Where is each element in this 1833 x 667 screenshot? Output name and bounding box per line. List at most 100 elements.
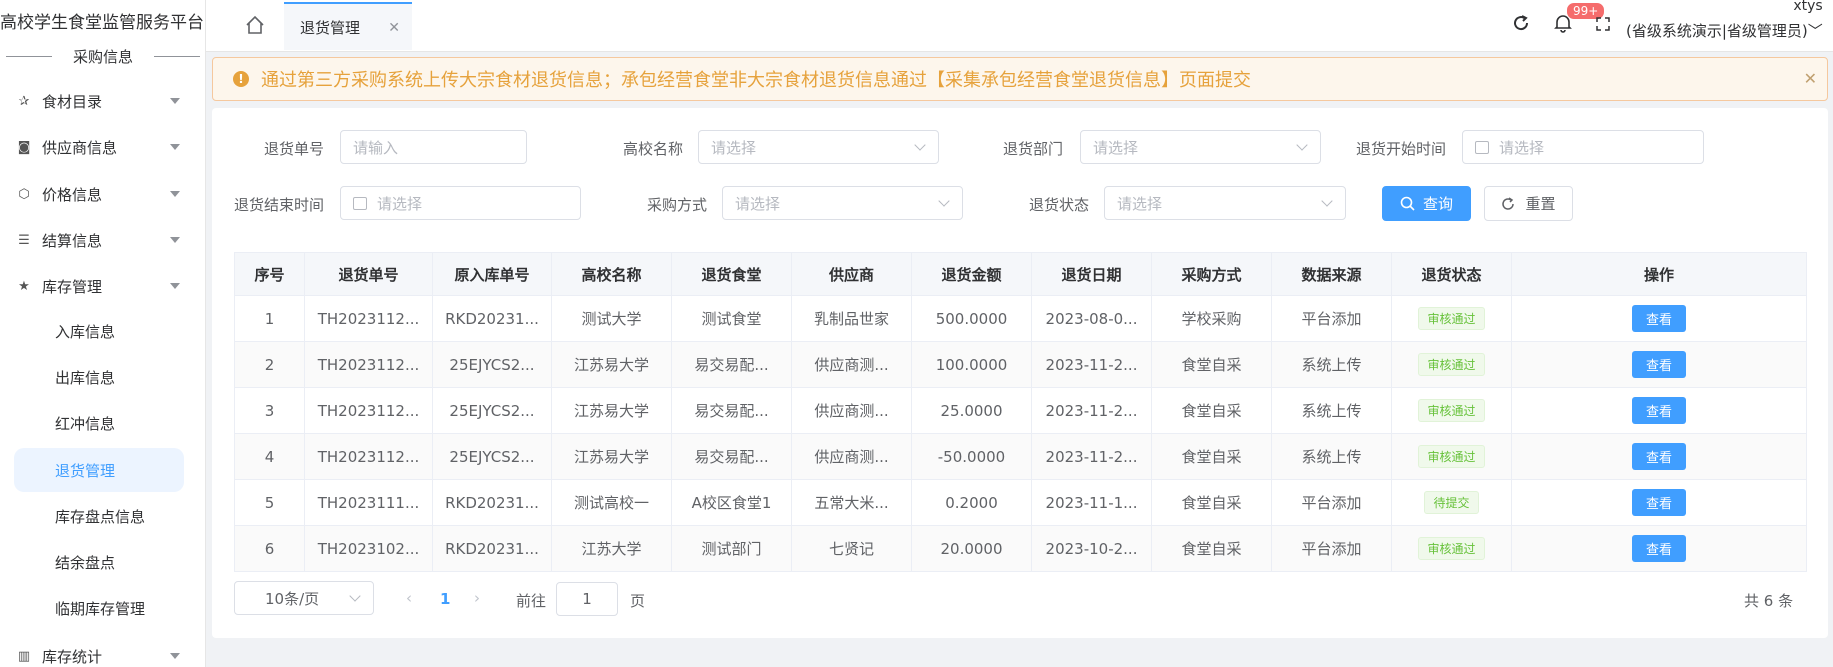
return-canteen-cell: 测试食堂: [671, 295, 792, 342]
chevron-down-icon: [170, 191, 180, 197]
view-button[interactable]: 查看: [1631, 397, 1686, 424]
chevron-down-icon: [1321, 195, 1333, 207]
info-alert: ! 通过第三方采购系统上传大宗食材退货信息；承包经营食堂非大宗食材退货信息通过【…: [212, 57, 1828, 101]
col-header: 退货金额: [911, 252, 1032, 296]
action-cell: 查看: [1511, 387, 1807, 434]
status-badge: 审核通过: [1418, 445, 1485, 468]
row-index-cell: 2: [234, 341, 305, 388]
menu-label: 结算信息: [42, 231, 103, 250]
top-tab-bar: 退货管理 ✕ 99+ xtys (省级系统演示|省级管理员)﹀: [206, 0, 1833, 52]
page-number-current[interactable]: 1: [440, 590, 450, 608]
return-canteen-cell: 易交易配...: [671, 341, 792, 388]
status-badge: 审核通过: [1418, 353, 1485, 376]
status-select[interactable]: 请选择: [1104, 186, 1346, 220]
calendar-icon: [353, 196, 367, 210]
sub-item-red-flush[interactable]: 红冲信息: [14, 401, 184, 445]
return-canteen-cell: 测试部门: [671, 525, 792, 572]
menu-item-price-info[interactable]: ⬡ 价格信息: [0, 176, 206, 212]
user-role[interactable]: (省级系统演示|省级管理员)﹀: [1626, 20, 1823, 41]
home-icon[interactable]: [244, 14, 266, 36]
query-button[interactable]: 查询: [1382, 186, 1471, 221]
row-index-cell: 3: [234, 387, 305, 434]
fullscreen-icon[interactable]: [1595, 16, 1611, 32]
table-row: 5 TH2023111... RKD20231... 测试高校一 A校区食堂1 五常大米.…: [234, 479, 1807, 526]
return-canteen-cell: A校区食堂1: [671, 479, 792, 526]
menu-item-supplier-info[interactable]: ◙ 供应商信息: [0, 129, 206, 165]
sub-item-stocktake[interactable]: 库存盘点信息: [14, 494, 184, 538]
menu-item-inventory-mgmt[interactable]: ★ 库存管理: [0, 268, 206, 304]
page-size-select[interactable]: 10条/页: [234, 581, 374, 615]
menu-label: 价格信息: [42, 185, 103, 204]
col-header: 数据来源: [1271, 252, 1392, 296]
sub-item-outbound[interactable]: 出库信息: [14, 355, 184, 399]
next-page-icon[interactable]: ›: [474, 589, 480, 607]
menu-label: 食材目录: [42, 92, 103, 111]
prev-page-icon[interactable]: ‹: [406, 589, 412, 607]
camera-icon: ◙: [17, 139, 31, 155]
status-badge: 审核通过: [1418, 307, 1485, 330]
tab-return-mgmt[interactable]: 退货管理 ✕: [284, 2, 412, 50]
end-time-label: 退货结束时间: [234, 196, 325, 214]
orig-inbound-no-cell: 25EJYCS2...: [432, 341, 552, 388]
col-header: 采购方式: [1151, 252, 1272, 296]
start-time-picker[interactable]: 请选择: [1462, 130, 1704, 164]
chevron-down-icon: [170, 653, 180, 659]
sub-item-inbound[interactable]: 入库信息: [14, 309, 184, 353]
col-header: 供应商: [791, 252, 912, 296]
goto-label: 前往: [516, 592, 547, 610]
col-header: 序号: [234, 252, 305, 296]
menu-label: 库存统计: [42, 647, 103, 666]
view-button[interactable]: 查看: [1631, 305, 1686, 332]
refresh-icon[interactable]: [1512, 14, 1530, 32]
dept-placeholder: 请选择: [1093, 138, 1139, 157]
menu-item-ingredient-catalog[interactable]: ✰ 食材目录: [0, 83, 206, 119]
user-name[interactable]: xtys: [1728, 0, 1833, 14]
view-button[interactable]: 查看: [1631, 351, 1686, 378]
return-canteen-cell: 易交易配...: [671, 387, 792, 434]
sub-item-expiring-stock[interactable]: 临期库存管理: [14, 586, 184, 630]
section-title: 采购信息: [0, 46, 206, 67]
data-source-cell: 系统上传: [1271, 387, 1392, 434]
menu-item-inventory-stats[interactable]: ▥ 库存统计: [0, 638, 206, 667]
menu-label: 供应商信息: [42, 138, 118, 157]
status-badge: 审核通过: [1418, 537, 1485, 560]
action-cell: 查看: [1511, 433, 1807, 480]
menu-item-settlement-info[interactable]: ☰ 结算信息: [0, 222, 206, 258]
status-cell: 待提交: [1391, 479, 1512, 526]
reset-button[interactable]: 重置: [1484, 186, 1573, 221]
return-no-input[interactable]: 请输入: [340, 130, 527, 164]
school-name-cell: 江苏易大学: [551, 387, 672, 434]
view-button[interactable]: 查看: [1631, 535, 1686, 562]
alert-text: 通过第三方采购系统上传大宗食材退货信息；承包经营食堂非大宗食材退货信息通过【采集…: [261, 70, 1251, 91]
view-button[interactable]: 查看: [1631, 443, 1686, 470]
return-no-cell: TH2023112...: [304, 295, 433, 342]
table-row: 4 TH2023112... 25EJYCS2... 江苏易大学 易交易配... 供应商测…: [234, 433, 1807, 480]
end-time-picker[interactable]: 请选择: [340, 186, 581, 220]
col-header: 退货日期: [1031, 252, 1152, 296]
school-select[interactable]: 请选择: [698, 130, 939, 164]
main-card: 退货单号 请输入 高校名称 请选择 退货部门 请选择 退货开始时间 请选择 退货…: [212, 108, 1828, 638]
school-label: 高校名称: [623, 140, 684, 158]
status-cell: 审核通过: [1391, 525, 1512, 572]
sub-item-balance-count[interactable]: 结余盘点: [14, 540, 184, 584]
status-label: 退货状态: [1029, 196, 1090, 214]
close-icon[interactable]: ✕: [1804, 69, 1817, 88]
goto-page-input[interactable]: 1: [556, 582, 618, 616]
supplier-cell: 七贤记: [791, 525, 912, 572]
purchase-method-cell: 学校采购: [1151, 295, 1272, 342]
chevron-down-icon: ﹀: [1807, 22, 1823, 40]
chevron-down-icon: [170, 283, 180, 289]
purchase-method-cell: 食堂自采: [1151, 479, 1272, 526]
sub-item-return-mgmt[interactable]: 退货管理: [14, 448, 184, 492]
view-button[interactable]: 查看: [1631, 489, 1686, 516]
method-select[interactable]: 请选择: [722, 186, 963, 220]
close-icon[interactable]: ✕: [388, 20, 400, 36]
row-index-cell: 6: [234, 525, 305, 572]
chevron-down-icon: [914, 139, 926, 151]
table-header-row: 序号 退货单号 原入库单号 高校名称 退货食堂 供应商 退货金额 退货日期 采购…: [234, 252, 1807, 296]
page-unit: 页: [630, 592, 646, 610]
dept-select[interactable]: 请选择: [1080, 130, 1321, 164]
orig-inbound-no-cell: RKD20231...: [432, 479, 552, 526]
school-name-cell: 江苏易大学: [551, 341, 672, 388]
action-cell: 查看: [1511, 295, 1807, 342]
